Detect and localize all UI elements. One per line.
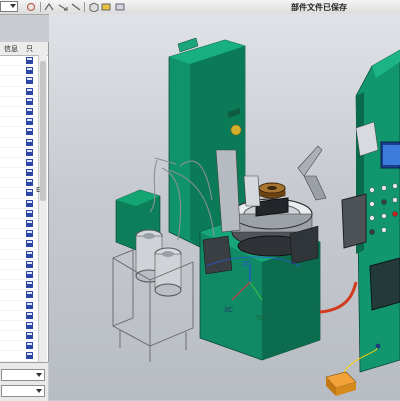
saved-status-icon bbox=[26, 107, 33, 115]
control-cable bbox=[319, 281, 358, 314]
undo-icon[interactable] bbox=[26, 2, 37, 12]
render-style-icon[interactable] bbox=[115, 2, 126, 12]
saved-status-icon bbox=[26, 270, 33, 278]
saved-status-icon bbox=[26, 189, 33, 197]
view-cube-icon[interactable] bbox=[88, 2, 99, 12]
saved-status-icon bbox=[26, 209, 33, 217]
saved-status-icon bbox=[26, 301, 33, 309]
yc-label: YC bbox=[255, 314, 265, 322]
preview-dropdown[interactable] bbox=[1, 385, 45, 397]
saved-status-icon bbox=[26, 321, 33, 329]
saved-status-icon bbox=[26, 128, 33, 136]
saved-status-icon bbox=[26, 87, 33, 95]
details-dropdown[interactable] bbox=[1, 369, 45, 381]
saved-status-icon bbox=[26, 169, 33, 177]
saved-status-icon bbox=[26, 230, 33, 238]
saved-status-icon bbox=[26, 240, 33, 248]
saved-status-icon bbox=[26, 220, 33, 227]
toolbar-separator bbox=[84, 2, 85, 12]
part-navigator: 信息 只 E bbox=[0, 42, 49, 393]
saved-status-icon bbox=[26, 342, 33, 350]
saved-status-icon bbox=[26, 77, 33, 85]
status-message: 部件文件已保存 bbox=[291, 3, 347, 12]
saved-status-icon bbox=[26, 67, 33, 75]
scrollbar-thumb[interactable] bbox=[40, 61, 46, 201]
saved-status-icon bbox=[26, 250, 33, 258]
saved-status-icon bbox=[26, 332, 33, 340]
saved-status-icon bbox=[26, 138, 33, 146]
toolbar-separator bbox=[40, 2, 41, 12]
side-marker: E bbox=[36, 186, 41, 194]
toolbar: 部件文件已保存 bbox=[0, 0, 400, 15]
navigator-scrollbar[interactable] bbox=[38, 55, 47, 362]
saved-status-icon bbox=[26, 352, 33, 360]
selection-filter-dropdown[interactable] bbox=[0, 1, 18, 12]
snap-icon[interactable] bbox=[71, 2, 82, 12]
chevron-down-icon bbox=[36, 389, 42, 393]
rotate-icon[interactable] bbox=[58, 2, 69, 12]
control-cabinet bbox=[341, 49, 400, 373]
zc-label: ZC bbox=[242, 260, 252, 268]
saved-status-icon bbox=[26, 311, 33, 319]
column-header-info[interactable]: 信息 bbox=[4, 44, 18, 54]
chevron-down-icon bbox=[10, 4, 16, 8]
saved-status-icon bbox=[26, 97, 33, 105]
graphics-window[interactable]: ZC YC XC bbox=[49, 14, 400, 400]
shaded-view-icon[interactable] bbox=[101, 2, 112, 12]
navigator-header: 信息 只 bbox=[0, 42, 48, 56]
saved-status-icon bbox=[26, 158, 33, 166]
xc-label: XC bbox=[224, 306, 233, 314]
details-panel bbox=[0, 362, 48, 401]
saved-status-icon bbox=[26, 179, 33, 187]
saved-status-icon bbox=[26, 260, 33, 268]
move-icon[interactable] bbox=[44, 2, 55, 12]
saved-status-icon bbox=[26, 199, 33, 207]
assembly-model[interactable]: ZC YC XC bbox=[49, 14, 400, 400]
saved-status-icon bbox=[26, 148, 33, 156]
saved-status-icon bbox=[26, 118, 33, 126]
saved-status-icon bbox=[26, 291, 33, 299]
column-header-readonly[interactable]: 只 bbox=[26, 44, 33, 54]
saved-status-icon bbox=[26, 57, 33, 64]
chevron-down-icon bbox=[36, 373, 42, 377]
saved-status-icon bbox=[26, 281, 33, 289]
